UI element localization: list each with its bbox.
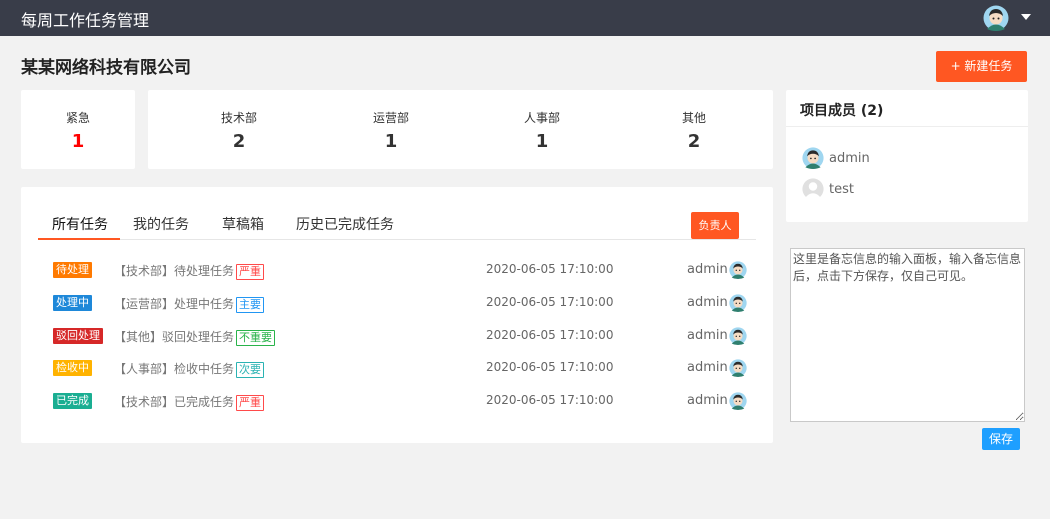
task-title-text[interactable]: 【运营部】处理中任务 <box>114 297 234 311</box>
owner-filter-button[interactable]: 负责人 <box>691 212 739 239</box>
status-badge: 驳回处理 <box>53 328 103 344</box>
priority-tag: 严重 <box>236 264 265 280</box>
task-title[interactable]: 【技术部】已完成任务 严重 <box>114 393 265 411</box>
tab-drafts[interactable]: 草稿箱 <box>222 214 264 234</box>
task-row[interactable]: 已完成 【技术部】已完成任务 严重 2020-06-05 17:10:00 admin <box>21 390 773 412</box>
member-item[interactable]: admin <box>802 146 870 170</box>
task-owner-name: admin <box>687 393 728 408</box>
status-badge: 处理中 <box>53 295 92 311</box>
task-title[interactable]: 【技术部】待处理任务 严重 <box>114 262 265 280</box>
new-task-button[interactable]: + 新建任务 <box>936 51 1027 82</box>
default-user-icon <box>802 178 824 200</box>
task-time: 2020-06-05 17:10:00 <box>486 393 614 407</box>
tab-all-tasks[interactable]: 所有任务 <box>52 214 108 234</box>
task-title[interactable]: 【运营部】处理中任务 主要 <box>114 295 265 313</box>
task-owner-name: admin <box>687 328 728 343</box>
priority-tag: 次要 <box>236 362 265 378</box>
member-name: admin <box>829 150 870 166</box>
company-name: 某某网络科技有限公司 <box>21 58 191 78</box>
task-time: 2020-06-05 17:10:00 <box>486 295 614 309</box>
stat-label-urgent: 紧急 <box>65 111 90 125</box>
user-avatar-icon[interactable] <box>983 5 1009 31</box>
stat-label-tech: 技术部 <box>220 111 257 125</box>
task-tabs: 所有任务 我的任务 草稿箱 历史已完成任务 <box>38 207 756 240</box>
priority-tag: 主要 <box>236 297 265 313</box>
task-row[interactable]: 驳回处理 【其他】驳回处理任务 不重要 2020-06-05 17:10:00 admi… <box>21 325 773 347</box>
task-owner-name: admin <box>687 295 728 310</box>
task-row[interactable]: 处理中 【运营部】处理中任务 主要 2020-06-05 17:10:00 admin <box>21 292 773 314</box>
priority-tag: 严重 <box>236 395 265 411</box>
save-memo-button[interactable]: 保存 <box>982 428 1020 450</box>
task-time: 2020-06-05 17:10:00 <box>486 360 614 374</box>
task-owner-name: admin <box>687 262 728 277</box>
task-list-card: 所有任务 我的任务 草稿箱 历史已完成任务 负责人 待处理 【技术部】待处理任务严… <box>21 187 773 443</box>
status-badge: 检收中 <box>53 360 92 376</box>
caret-down-icon[interactable] <box>1021 14 1031 20</box>
stat-value-other: 2 <box>687 131 701 152</box>
priority-tag: 不重要 <box>236 330 276 346</box>
app-title: 每周工作任务管理 <box>21 11 150 30</box>
user-avatar-icon <box>729 261 747 279</box>
task-title-text[interactable]: 【人事部】检收中任务 <box>114 362 234 376</box>
stat-label-ops: 运营部 <box>372 111 409 125</box>
member-item[interactable]: test <box>802 177 854 201</box>
tab-my-tasks[interactable]: 我的任务 <box>133 214 189 234</box>
stat-value-hr: 1 <box>535 131 549 152</box>
task-title[interactable]: 【其他】驳回处理任务 不重要 <box>114 328 276 346</box>
task-title-text[interactable]: 【其他】驳回处理任务 <box>114 330 234 344</box>
task-owner-name: admin <box>687 360 728 375</box>
member-name: test <box>829 181 854 197</box>
task-row[interactable]: 检收中 【人事部】检收中任务 次要 2020-06-05 17:10:00 admin <box>21 357 773 379</box>
user-avatar-icon <box>802 147 824 169</box>
stat-value-urgent: 1 <box>71 131 85 152</box>
task-title-text[interactable]: 【技术部】待处理任务 <box>114 264 234 278</box>
tab-history-completed[interactable]: 历史已完成任务 <box>296 214 394 234</box>
user-avatar-icon <box>729 294 747 312</box>
user-avatar-icon <box>729 392 747 410</box>
task-row[interactable]: 待处理 【技术部】待处理任务 严重 2020-06-05 17:10:00 admin <box>21 259 773 281</box>
memo-textarea[interactable]: 这里是备忘信息的输入面板，输入备忘信息后，点击下方保存，仅自己可见。 <box>790 248 1025 422</box>
status-badge: 待处理 <box>53 262 92 278</box>
stat-label-hr: 人事部 <box>523 111 560 125</box>
task-time: 2020-06-05 17:10:00 <box>486 262 614 276</box>
department-stats-card: 技术部 2 运营部 1 人事部 1 其他 2 <box>148 90 773 169</box>
divider <box>786 126 1028 127</box>
project-members-card: 项目成员 (2) admin test <box>786 90 1028 222</box>
stat-value-tech: 2 <box>232 131 246 152</box>
urgent-stat-card: 紧急 1 <box>21 90 135 169</box>
task-title-text[interactable]: 【技术部】已完成任务 <box>114 395 234 409</box>
members-title: 项目成员 (2) <box>800 103 884 119</box>
stat-value-ops: 1 <box>384 131 398 152</box>
task-time: 2020-06-05 17:10:00 <box>486 328 614 342</box>
task-title[interactable]: 【人事部】检收中任务 次要 <box>114 360 265 378</box>
user-avatar-icon <box>729 327 747 345</box>
top-navbar: 每周工作任务管理 <box>0 0 1050 36</box>
user-avatar-icon <box>729 359 747 377</box>
active-tab-indicator <box>38 238 120 240</box>
stat-label-other: 其他 <box>681 111 706 125</box>
status-badge: 已完成 <box>53 393 92 409</box>
